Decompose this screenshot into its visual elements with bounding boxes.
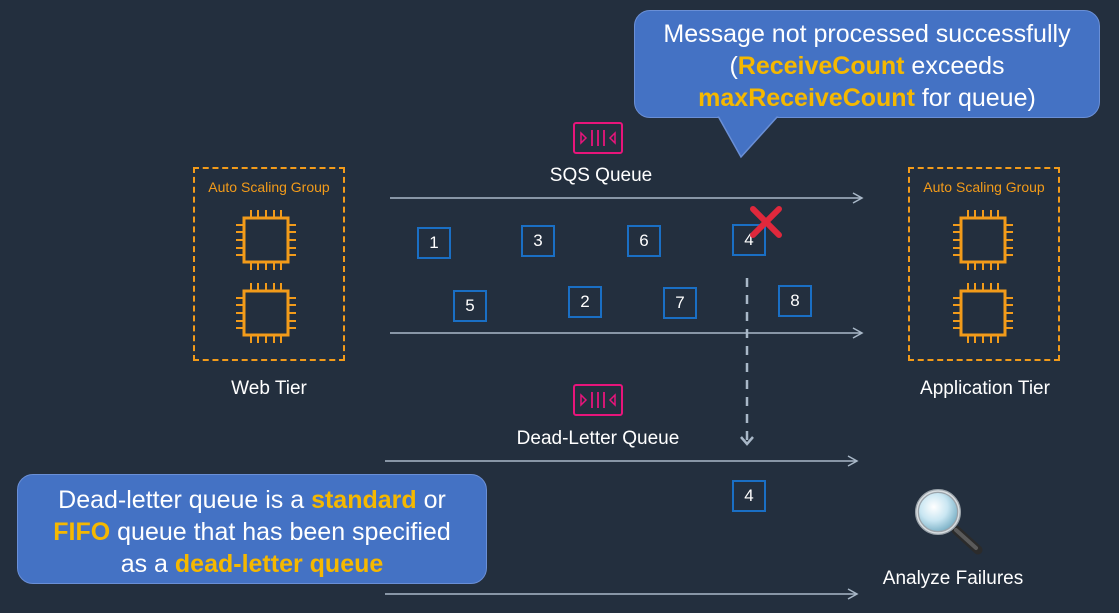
queue-message: 8 bbox=[778, 285, 812, 317]
queue-message: 2 bbox=[568, 286, 602, 318]
queue-message: 3 bbox=[521, 225, 555, 257]
callout-line: Dead-letter queue is a standard or bbox=[58, 486, 446, 514]
queue-message: 5 bbox=[453, 290, 487, 322]
callout-line: FIFO queue that has been specified bbox=[53, 518, 451, 546]
dlq-message: 4 bbox=[732, 480, 766, 512]
callout-dead-letter-definition: Dead-letter queue is a standard or FIFO … bbox=[17, 474, 487, 584]
queue-message: 1 bbox=[417, 227, 451, 259]
app-tier-label: Application Tier bbox=[920, 378, 1050, 399]
asg-label: Auto Scaling Group bbox=[208, 179, 330, 195]
callout-line: (ReceiveCount exceeds bbox=[729, 52, 1005, 80]
sqs-queue-title: SQS Queue bbox=[549, 165, 653, 186]
magnifying-glass-icon bbox=[915, 489, 983, 555]
web-tier-label: Web Tier bbox=[231, 378, 307, 399]
asg-label: Auto Scaling Group bbox=[923, 179, 1045, 195]
ec2-instance-icon bbox=[236, 210, 296, 270]
sqs-queue-icon bbox=[573, 122, 623, 154]
callout-line: Message not processed successfully bbox=[663, 20, 1071, 48]
ec2-instance-icon bbox=[953, 283, 1013, 343]
failure-x-icon bbox=[750, 206, 782, 238]
ec2-instance-icon bbox=[236, 283, 296, 343]
callout-line: maxReceiveCount for queue) bbox=[698, 84, 1036, 112]
queue-message: 7 bbox=[663, 287, 697, 319]
ec2-instance-icon bbox=[953, 210, 1013, 270]
callout-line: as a dead-letter queue bbox=[120, 550, 384, 578]
analyze-failures-label: Analyze Failures bbox=[882, 568, 1024, 589]
callout-message-not-processed: Message not processed successfully (Rece… bbox=[634, 10, 1100, 118]
queue-message: 6 bbox=[627, 225, 661, 257]
dlq-title: Dead-Letter Queue bbox=[516, 428, 680, 449]
dlq-queue-icon bbox=[573, 384, 623, 416]
